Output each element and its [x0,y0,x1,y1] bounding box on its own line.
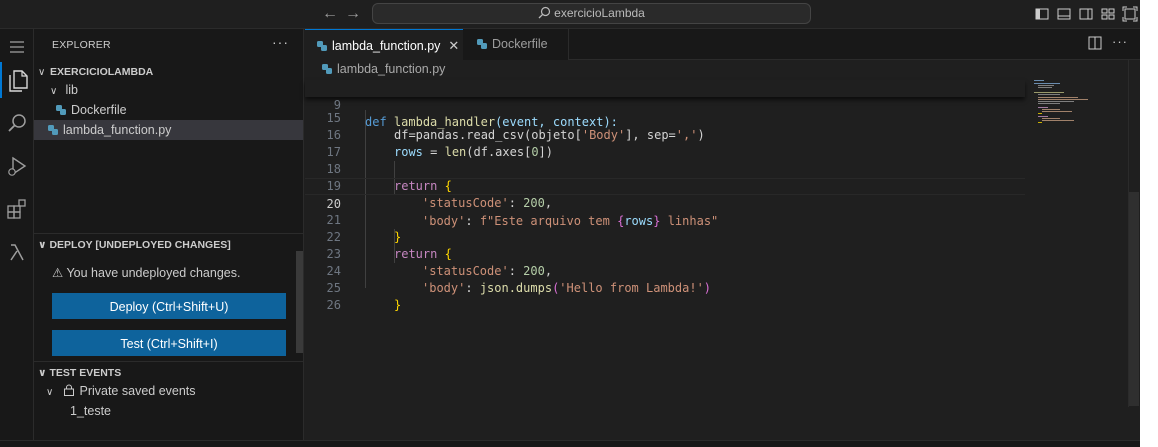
primary-sidebar: EXPLORER ··· ∨ EXERCICIOLAMBDA ∨ lib Dock… [34,29,304,440]
code-line: 24 'body': json.dumps('Hello from Lambda… [305,246,1025,295]
code-line: 22 return { [305,212,1025,261]
toggle-primary-sidebar-icon[interactable] [1034,6,1050,22]
forward-arrow-icon[interactable]: → [344,5,362,23]
code-line: 19 'statusCode': 200, [305,161,1025,210]
split-editor-icon[interactable] [1088,36,1102,53]
toggle-panel-icon[interactable] [1056,6,1072,22]
code-token: def [365,115,387,129]
tab-label: Dockerfile [492,37,548,51]
more-actions-icon[interactable]: ··· [1112,35,1128,53]
chevron-down-icon: ∨ [50,86,58,97]
aws-lambda-icon[interactable] [0,234,34,270]
workspace-folder-header[interactable]: ∨ EXERCICIOLAMBDA [34,61,303,81]
deploy-button[interactable]: Deploy (Ctrl+Shift+U) [52,293,286,319]
editor-actions: ··· [1088,35,1128,53]
python-file-icon [477,39,487,49]
python-file-icon [322,64,332,74]
more-actions-icon[interactable]: ··· [272,34,289,50]
workspace-folder-label: EXERCICIOLAMBDA [50,66,154,78]
customize-layout-icon[interactable] [1100,6,1116,22]
toggle-secondary-sidebar-icon[interactable] [1078,6,1094,22]
code-line: 23 'statusCode': 200, [305,229,1025,278]
warning-text: You have undeployed changes. [66,266,241,280]
code-line: 21 } [305,195,1025,244]
search-icon [538,6,551,19]
explorer-title: EXPLORER [52,39,111,51]
test-button[interactable]: Test (Ctrl+Shift+I) [52,330,286,356]
python-file-icon [56,105,66,115]
extensions-icon[interactable] [0,191,34,227]
deploy-section-header[interactable]: ∨ DEPLOY [UNDEPLOYED CHANGES] [34,233,303,255]
code-line: 26 [305,280,1025,312]
python-file-icon [48,125,58,135]
layout-controls [1034,6,1138,22]
code-line: 25 } [305,263,1025,312]
back-arrow-icon[interactable]: ← [321,5,339,23]
activity-bar [0,29,34,440]
tree-item-lambda-function[interactable]: lambda_function.py [34,120,303,140]
warning-icon: ⚠ [52,266,64,280]
tree-item-label: lambda_function.py [63,123,172,137]
window-edge [1140,0,1158,447]
line-number: 26 [326,298,341,312]
current-code-line: 20 'body': f"Este arquivo tem {rows} lin… [305,178,1025,228]
sidebar-scrollbar[interactable] [296,251,303,353]
code-token: (event, context): [495,115,618,129]
tree-item-lib[interactable]: ∨ lib [34,80,303,100]
chevron-down-icon: ∨ [46,387,54,398]
run-debug-icon[interactable] [0,148,34,184]
minimap[interactable] [1032,78,1102,138]
title-bar: ← → exercicioLambda [0,0,1140,29]
breadcrumb[interactable]: lambda_function.py [322,62,445,76]
private-saved-events-group[interactable]: ∨ Private saved events [34,381,303,401]
test-events-section-header[interactable]: ∨ TEST EVENTS [34,361,303,383]
status-bar-edge [0,440,1140,447]
breadcrumb-file: lambda_function.py [337,62,446,76]
close-icon[interactable]: ✕ [448,38,459,53]
explorer-icon[interactable] [0,62,34,98]
editor-tabs: lambda_function.py ✕ Dockerfile ··· [305,29,1140,60]
chevron-down-icon: ∨ [38,239,47,251]
group-label: Private saved events [79,384,196,398]
code-line: 18 return { [305,144,1025,193]
tab-label: lambda_function.py [332,39,441,53]
undeployed-warning: ⚠ You have undeployed changes. [52,265,240,280]
command-center-search[interactable]: exercicioLambda [372,3,811,24]
code-token: } [394,298,402,312]
menu-icon[interactable] [0,29,34,65]
test-events-title: TEST EVENTS [49,367,122,379]
tree-item-label: lib [65,83,78,97]
tree-item-dockerfile[interactable]: Dockerfile [34,100,303,120]
tree-item-label: Dockerfile [71,103,127,117]
chevron-down-icon: ∨ [38,367,47,379]
code-token: lambda_handler [393,115,496,129]
search-view-icon[interactable] [0,105,34,141]
editor-scrollbar-thumb[interactable] [1129,192,1139,406]
lock-icon [64,384,75,396]
line-number: 9 [333,98,341,112]
tab-dockerfile[interactable]: Dockerfile [463,29,569,60]
tab-lambda-function[interactable]: lambda_function.py ✕ [305,29,463,60]
test-event-item[interactable]: 1_teste [34,401,303,421]
sticky-scroll-line[interactable]: 9 def lambda_handler(event, context): [305,80,1025,129]
python-file-icon [317,41,327,51]
search-text: exercicioLambda [554,6,645,20]
maximize-icon[interactable] [1122,6,1138,22]
deploy-section-title: DEPLOY [UNDEPLOYED CHANGES] [49,239,231,251]
